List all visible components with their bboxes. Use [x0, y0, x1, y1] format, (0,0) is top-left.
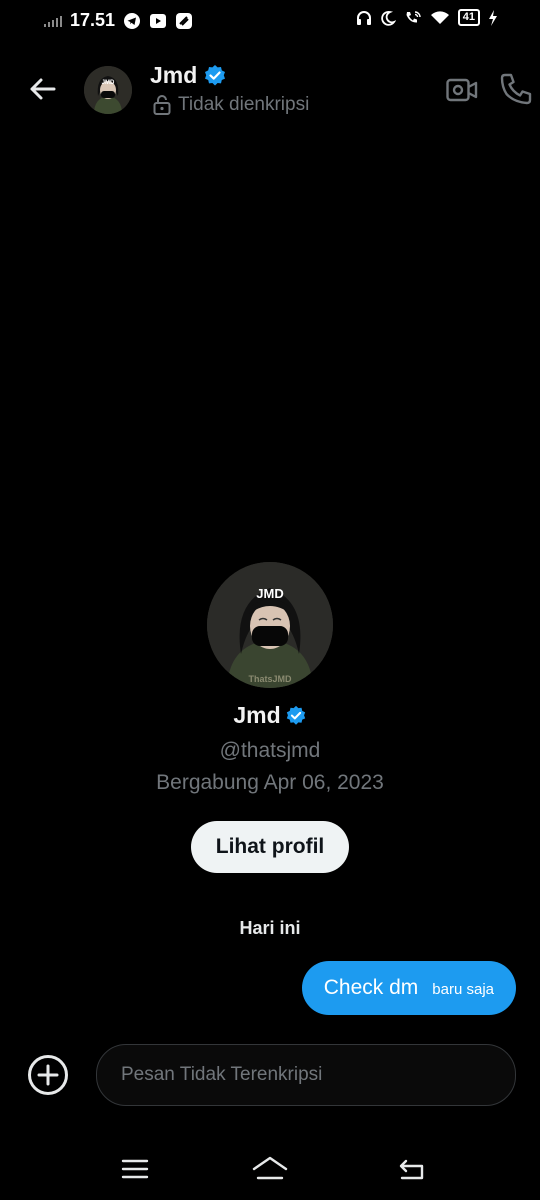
date-separator: Hari ini	[239, 918, 301, 938]
view-profile-button[interactable]: Lihat profil	[190, 821, 350, 873]
profile-joined-date: Bergabung Apr 06, 2023	[156, 771, 384, 794]
message-input[interactable]	[96, 1044, 516, 1106]
moon-icon	[380, 10, 396, 26]
profile-name: Jmd	[233, 702, 281, 728]
verified-badge-icon	[205, 64, 226, 85]
profile-name-row: Jmd	[0, 702, 540, 729]
battery-level: 41	[462, 11, 475, 23]
telegram-icon	[124, 12, 141, 29]
battery-icon: 41	[457, 9, 480, 26]
system-nav-bar	[0, 1146, 540, 1192]
wifi-call-icon	[406, 10, 421, 23]
profile-avatar[interactable]: JMD ThatsJMD	[207, 562, 333, 688]
status-bar-left: 17.51	[44, 10, 193, 31]
sent-message-bubble[interactable]: Check dm baru saja	[301, 961, 516, 1015]
home-icon[interactable]	[250, 1154, 290, 1184]
status-time: 17.51	[70, 10, 116, 30]
avatar-watermark: ThatsJMD	[248, 674, 292, 684]
unlocked-icon	[153, 95, 171, 115]
header-title[interactable]: Jmd	[150, 62, 227, 89]
app-icon	[176, 12, 193, 29]
recent-apps-icon[interactable]	[120, 1156, 150, 1182]
youtube-icon	[150, 13, 167, 28]
chat-header: JMD Jmd Tidak dienkripsi	[0, 56, 540, 126]
message-time: baru saja	[432, 981, 494, 998]
message-text: Check dm	[323, 976, 419, 999]
status-bar-right: 41	[356, 9, 498, 26]
avatar-image: JMD ThatsJMD	[207, 562, 333, 688]
headphones-icon	[356, 10, 371, 25]
profile-handle: @thatsjmd	[219, 739, 321, 762]
signal-icon	[44, 15, 62, 27]
profile-card: JMD ThatsJMD Jmd @thatsjmd Bergabung Apr…	[0, 562, 540, 873]
charging-icon	[489, 9, 497, 26]
add-media-icon[interactable]	[27, 1054, 69, 1096]
header-avatar[interactable]: JMD	[84, 66, 132, 114]
wifi-icon	[430, 10, 449, 24]
avatar-label: JMD	[102, 80, 115, 86]
message-composer	[0, 1044, 540, 1108]
header-name: Jmd	[150, 62, 198, 88]
video-call-icon[interactable]	[446, 74, 478, 106]
avatar-label: JMD	[256, 586, 283, 601]
back-nav-icon[interactable]	[396, 1156, 428, 1182]
encryption-status: Tidak dienkripsi	[152, 94, 309, 116]
back-arrow-icon[interactable]	[26, 72, 60, 106]
status-bar: 17.51 41	[0, 0, 540, 42]
avatar-image: JMD	[84, 66, 132, 114]
encryption-label: Tidak dienkripsi	[178, 94, 310, 115]
phone-icon[interactable]	[499, 72, 533, 106]
verified-badge-icon	[286, 705, 305, 725]
